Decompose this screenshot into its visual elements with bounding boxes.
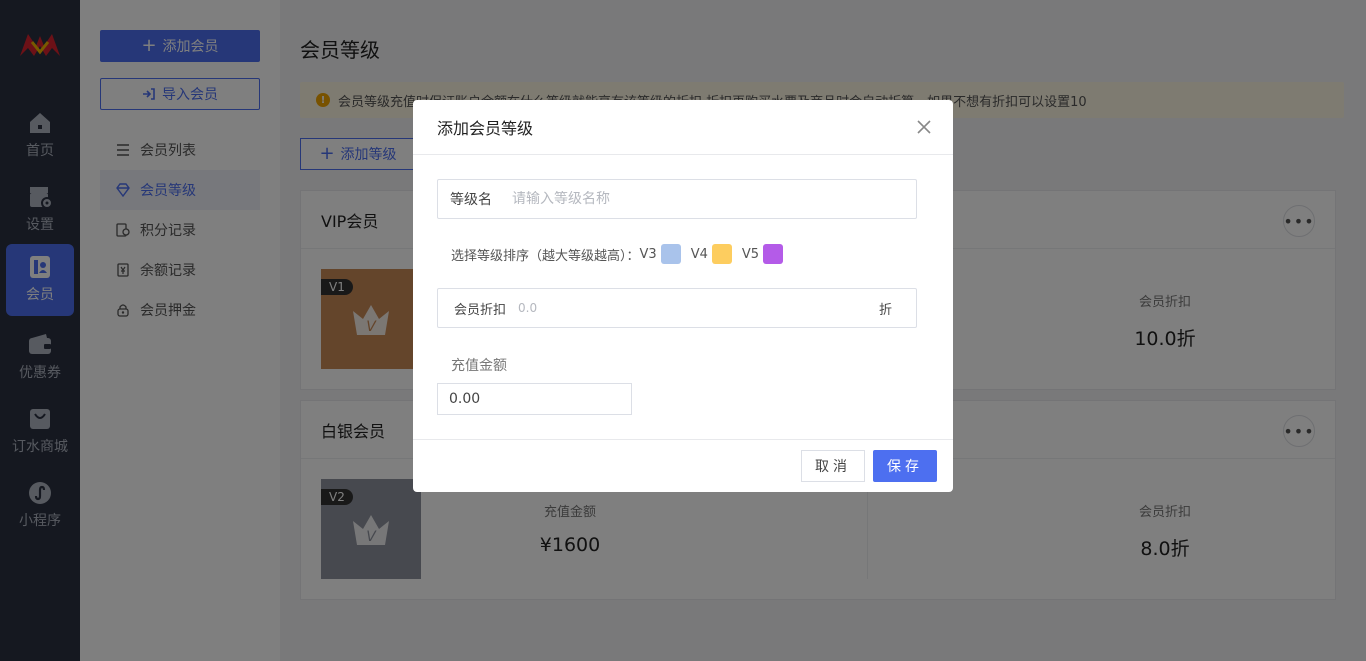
recharge-input[interactable]: 0.00 xyxy=(437,383,632,415)
dialog-header: 添加会员等级 xyxy=(413,100,953,155)
rank-option-label: V4 xyxy=(690,246,708,262)
color-swatch xyxy=(763,244,784,264)
dialog-title: 添加会员等级 xyxy=(437,119,534,138)
rank-option-v5[interactable]: V5 xyxy=(741,244,784,264)
cancel-button[interactable]: 取消 xyxy=(801,450,865,482)
discount-field-label: 会员折扣 xyxy=(454,302,507,318)
save-button[interactable]: 保存 xyxy=(873,450,937,482)
level-name-label: 等级名 xyxy=(450,192,492,208)
level-name-field: 等级名 xyxy=(437,179,917,219)
recharge-field-label: 充值金额 xyxy=(451,358,507,374)
rank-label: 选择等级排序（越大等级越高）： xyxy=(451,248,640,264)
level-name-input[interactable] xyxy=(512,191,916,207)
discount-field: 会员折扣 折 xyxy=(437,288,917,328)
rank-option-label: V3 xyxy=(639,246,657,262)
rank-option-v3[interactable]: V3 xyxy=(640,244,681,264)
rank-selector: 选择等级排序（越大等级越高）： V3 V4 V5 xyxy=(451,244,784,264)
rank-option-label: V5 xyxy=(741,246,760,262)
dialog-footer: 取消 保存 xyxy=(413,439,953,492)
discount-unit: 折 xyxy=(878,302,892,318)
rank-option-v4[interactable]: V4 xyxy=(691,244,732,264)
color-swatch xyxy=(711,244,732,264)
add-level-dialog: 添加会员等级 等级名 选择等级排序（越大等级越高）： V3 V4 V5 会员折扣… xyxy=(413,100,953,492)
discount-input[interactable] xyxy=(518,301,879,315)
close-icon[interactable] xyxy=(915,118,933,136)
color-swatch xyxy=(660,244,681,264)
recharge-value: 0.00 xyxy=(449,391,481,407)
